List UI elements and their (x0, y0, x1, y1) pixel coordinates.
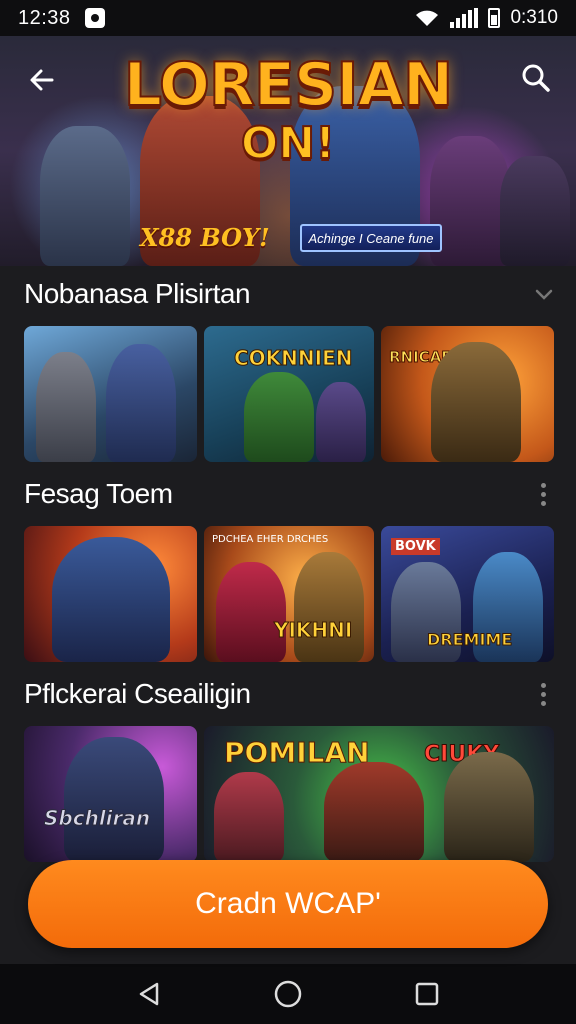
card-label: Sbchliran (43, 806, 151, 831)
game-card[interactable]: COKNNIEN (204, 326, 374, 462)
back-icon (140, 982, 159, 1006)
card-row: COKNNIEN RNICAE (24, 326, 554, 462)
more-options-icon[interactable] (533, 479, 554, 510)
status-battery-text: 0:310 (510, 7, 558, 28)
game-card[interactable]: BOVK DREMIME (381, 526, 554, 662)
hero-subtitle: ON! (240, 117, 336, 170)
hero-banner: LORESIAN ON! X88 BOY! Achinge I Ceane fu… (0, 36, 576, 266)
status-bar: 12:38 0:310 (0, 0, 576, 36)
card-character (444, 752, 534, 862)
card-row: PDCHEA EHER DRCHES YIKHNI BOVK DREMIME (24, 526, 554, 662)
arrow-left-icon (30, 69, 54, 91)
card-character (52, 537, 170, 662)
game-card[interactable] (24, 326, 197, 462)
hero-info-banner[interactable]: Achinge I Ceane fune (300, 224, 442, 252)
card-character (106, 344, 176, 462)
chevron-down-icon[interactable] (534, 284, 554, 304)
section-header: Pflckerai Cseailigin (24, 674, 554, 714)
game-card[interactable]: PDCHEA EHER DRCHES YIKHNI (204, 526, 374, 662)
game-card[interactable]: POMILAN CIUKY (204, 726, 554, 862)
home-icon (274, 980, 302, 1008)
card-label: BOVK (391, 538, 440, 555)
wifi-icon (416, 10, 439, 26)
primary-action-button[interactable]: Cradn WCAP' (28, 860, 548, 948)
section-header: Fesag Toem (24, 474, 554, 514)
status-time: 12:38 (18, 6, 71, 29)
nav-home-button[interactable] (264, 970, 312, 1018)
search-button[interactable] (516, 58, 556, 98)
card-character (216, 562, 286, 662)
card-label: YIKHNI (273, 618, 353, 643)
hero-tagline: X88 BOY! (140, 223, 270, 252)
hero-character (500, 156, 570, 266)
card-character (64, 737, 164, 862)
card-character (294, 552, 364, 662)
card-character (36, 352, 96, 462)
back-button[interactable] (22, 60, 62, 100)
section-title: Fesag Toem (24, 478, 173, 509)
status-indicators: 0:310 (414, 7, 558, 29)
game-card[interactable]: Sbchliran (24, 726, 197, 862)
more-options-icon[interactable] (533, 679, 554, 710)
game-card[interactable]: RNICAE (381, 326, 554, 462)
section-title: Nobanasa Plisirtan (24, 278, 251, 309)
card-character (244, 372, 314, 462)
section-header: Nobanasa Plisirtan (24, 274, 554, 314)
card-label: POMILAN (224, 736, 371, 770)
notification-icon (84, 8, 105, 28)
system-nav-bar (0, 964, 576, 1024)
card-character (431, 342, 521, 462)
card-character (324, 762, 424, 862)
recents-icon (415, 982, 438, 1006)
battery-icon (488, 8, 501, 28)
nav-recents-button[interactable] (403, 970, 451, 1018)
card-row: Sbchliran POMILAN CIUKY (24, 726, 554, 862)
card-label: PDCHEA EHER DRCHES (212, 534, 329, 545)
search-icon (522, 64, 550, 92)
card-label: COKNNIEN (234, 346, 353, 371)
card-label: DREMIME (426, 630, 513, 650)
card-character (316, 382, 366, 462)
nav-back-button[interactable] (125, 970, 173, 1018)
game-card[interactable] (24, 526, 197, 662)
section-title: Pflckerai Cseailigin (24, 678, 251, 709)
card-character (214, 772, 284, 862)
hero-title: LORESIAN (123, 49, 454, 121)
signal-icon (450, 8, 479, 28)
